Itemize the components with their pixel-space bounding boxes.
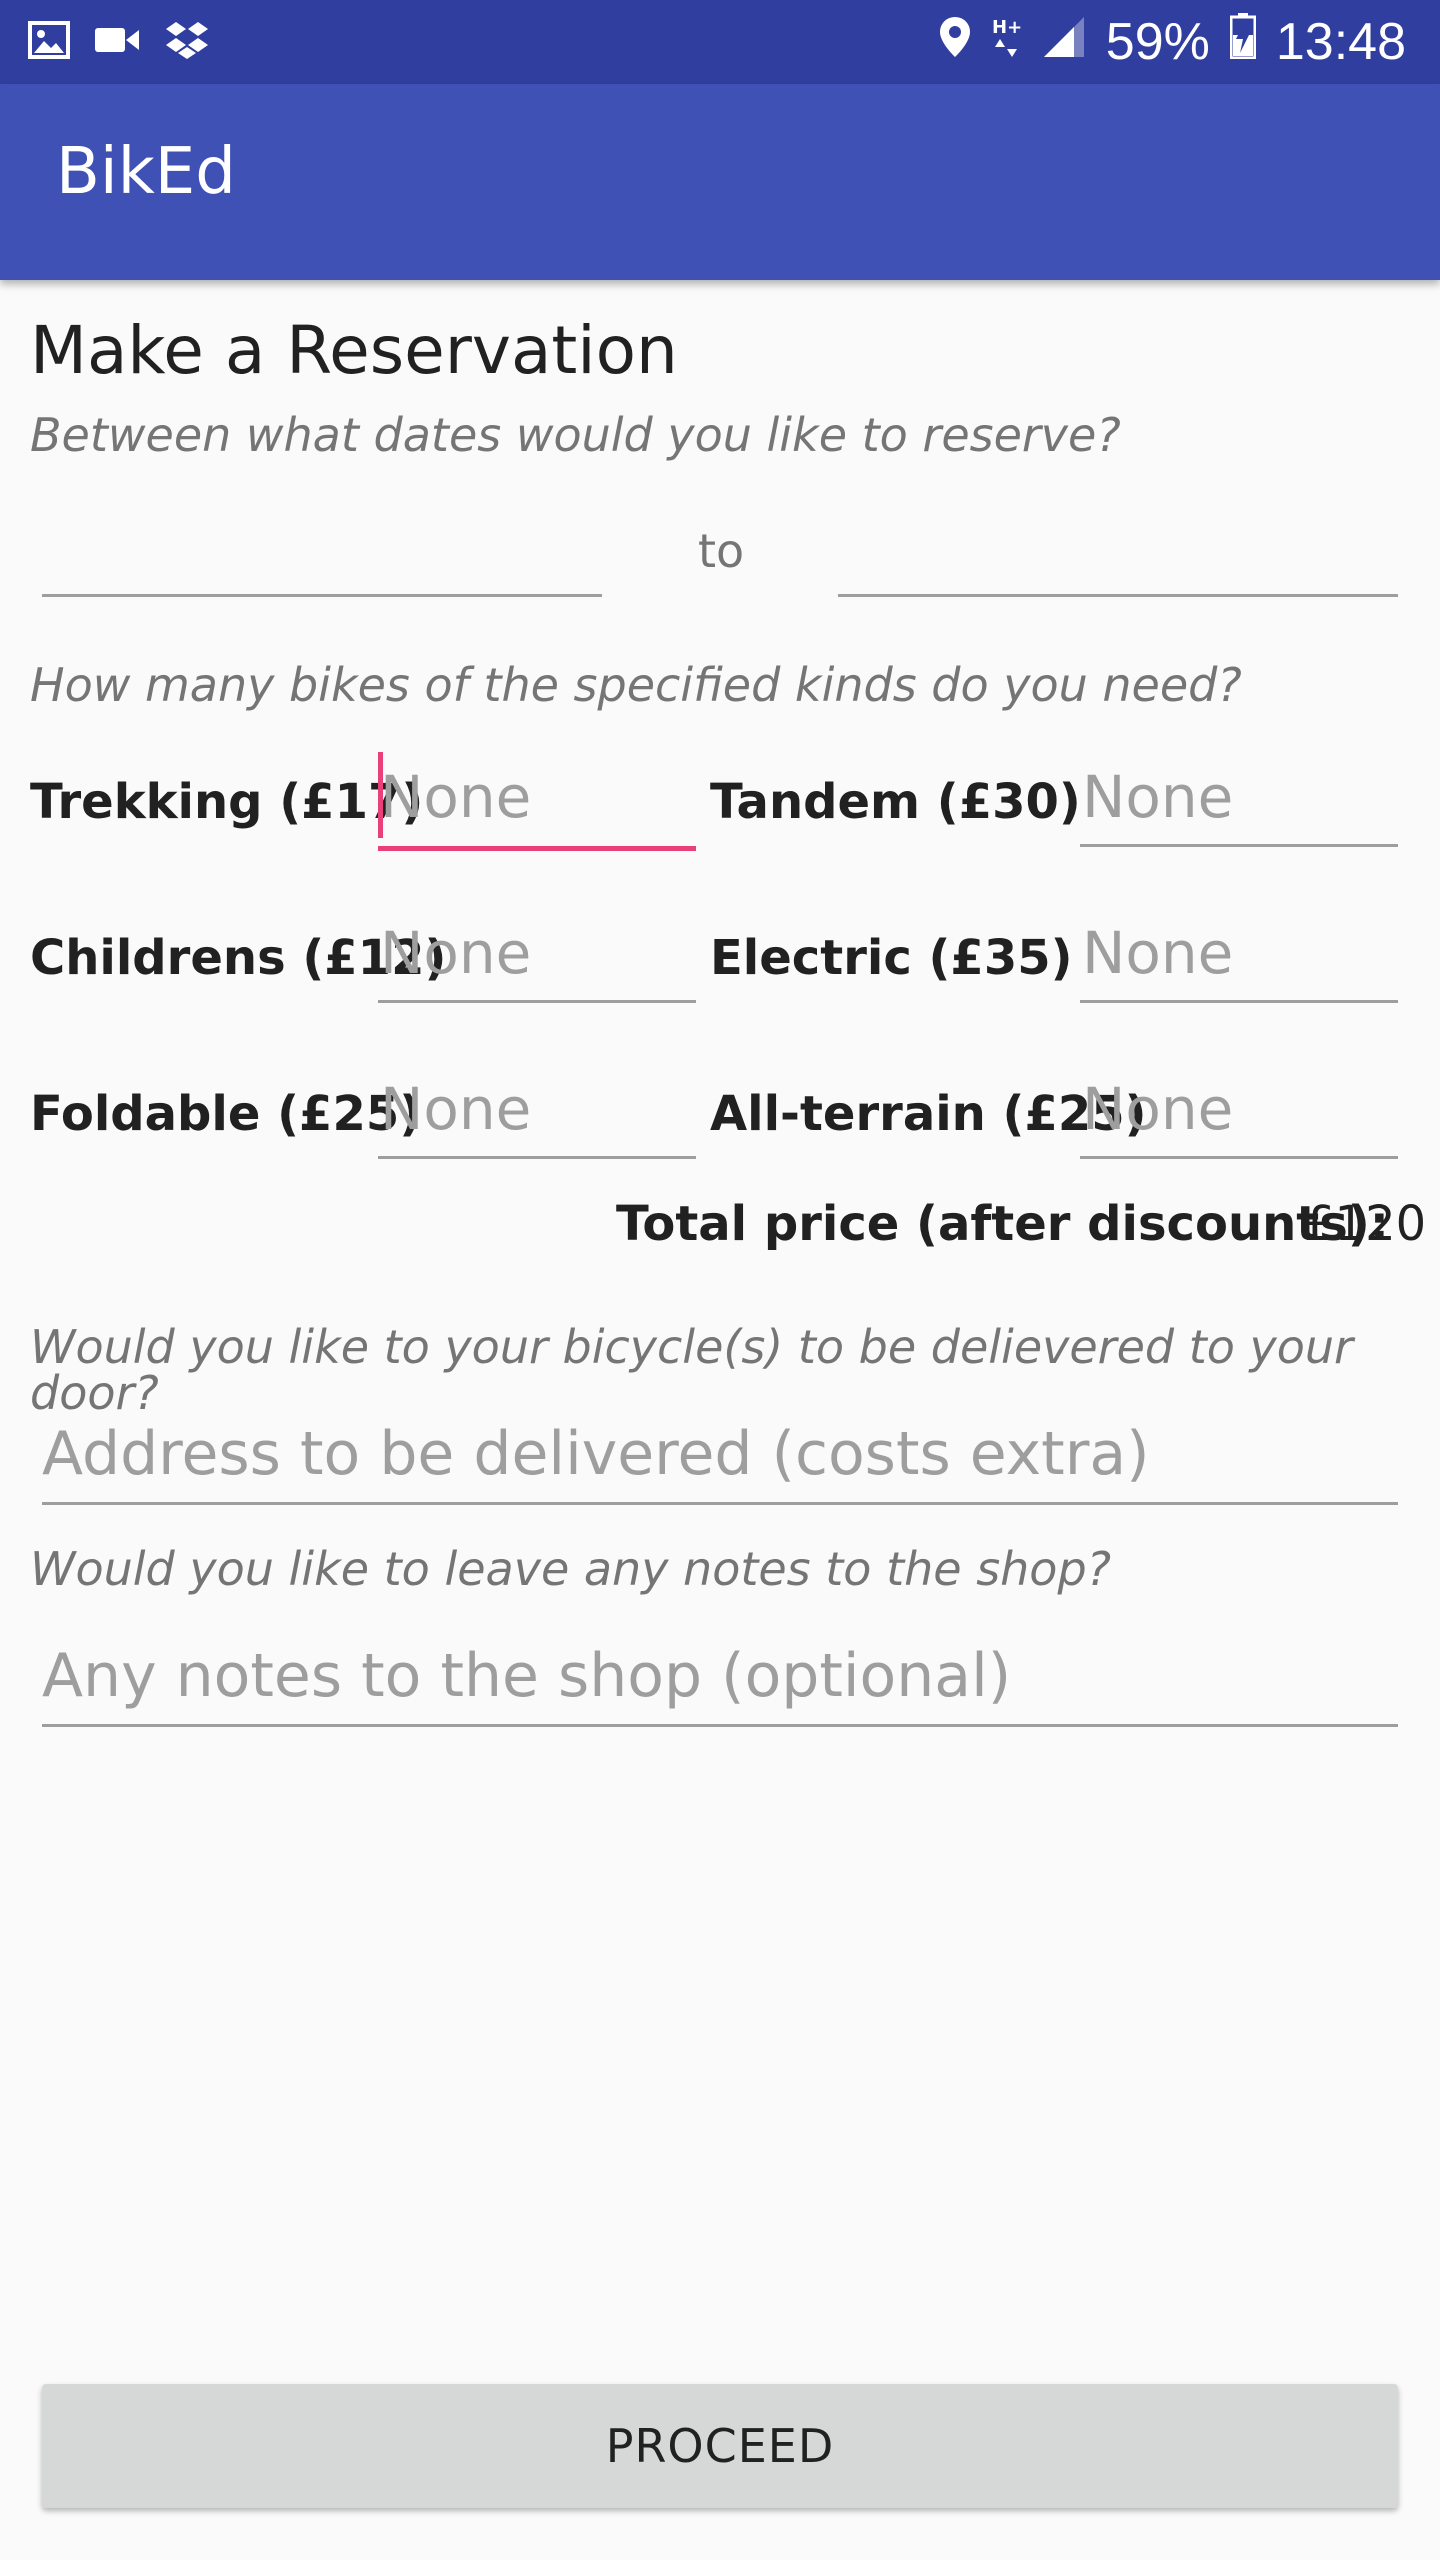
trekking-underline <box>378 846 696 851</box>
proceed-button[interactable]: PROCEED <box>42 2384 1398 2508</box>
all-terrain-hint: None <box>1082 1075 1234 1143</box>
tandem-hint: None <box>1082 763 1234 831</box>
notes-prompt: Would you like to leave any notes to the… <box>30 1542 1112 1596</box>
foldable-underline <box>378 1156 696 1159</box>
electric-hint: None <box>1082 919 1234 987</box>
page-title: Make a Reservation <box>30 312 678 389</box>
total-price-label: Total price (after discounts): <box>616 1196 1389 1252</box>
network-hplus-icon: H+ <box>992 12 1022 72</box>
notes-placeholder: Any notes to the shop (optional) <box>42 1641 1012 1711</box>
app-title: BikEd <box>56 135 236 209</box>
video-camera-icon <box>94 25 140 59</box>
address-placeholder: Address to be delivered (costs extra) <box>42 1419 1150 1489</box>
notes-underline <box>42 1724 1398 1727</box>
bikes-prompt: How many bikes of the specified kinds do… <box>30 658 1242 712</box>
electric-underline <box>1080 1000 1398 1003</box>
start-date-field[interactable] <box>42 490 602 596</box>
battery-charging-icon <box>1229 12 1257 72</box>
status-bar-system-area: H+ 59% 13:48 <box>938 0 1406 84</box>
childrens-hint: None <box>380 919 532 987</box>
to-label: to <box>698 524 745 578</box>
trekking-hint: None <box>380 763 532 831</box>
electric-label: Electric (£35) <box>710 930 1073 986</box>
battery-percent: 59% <box>1105 13 1210 71</box>
svg-text:H+: H+ <box>992 17 1022 38</box>
all-terrain-underline <box>1080 1156 1398 1159</box>
tandem-label: Tandem (£30) <box>710 774 1081 830</box>
end-date-field[interactable] <box>838 490 1398 596</box>
status-bar-notification-icons <box>28 20 210 64</box>
status-time: 13:48 <box>1275 13 1406 71</box>
signal-icon <box>1042 12 1086 72</box>
location-pin-icon <box>938 12 972 72</box>
foldable-hint: None <box>380 1075 532 1143</box>
total-price-value: £120 <box>1304 1196 1427 1252</box>
childrens-underline <box>378 1000 696 1003</box>
foldable-label: Foldable (£25) <box>30 1086 422 1142</box>
end-date-underline <box>838 594 1398 597</box>
dropbox-icon <box>164 20 210 64</box>
trekking-label: Trekking (£17) <box>30 774 424 830</box>
dates-prompt: Between what dates would you like to res… <box>30 408 1121 462</box>
address-underline <box>42 1502 1398 1505</box>
start-date-underline <box>42 594 602 597</box>
proceed-button-label: PROCEED <box>605 2419 835 2473</box>
image-icon <box>28 21 70 63</box>
tandem-underline <box>1080 844 1398 847</box>
